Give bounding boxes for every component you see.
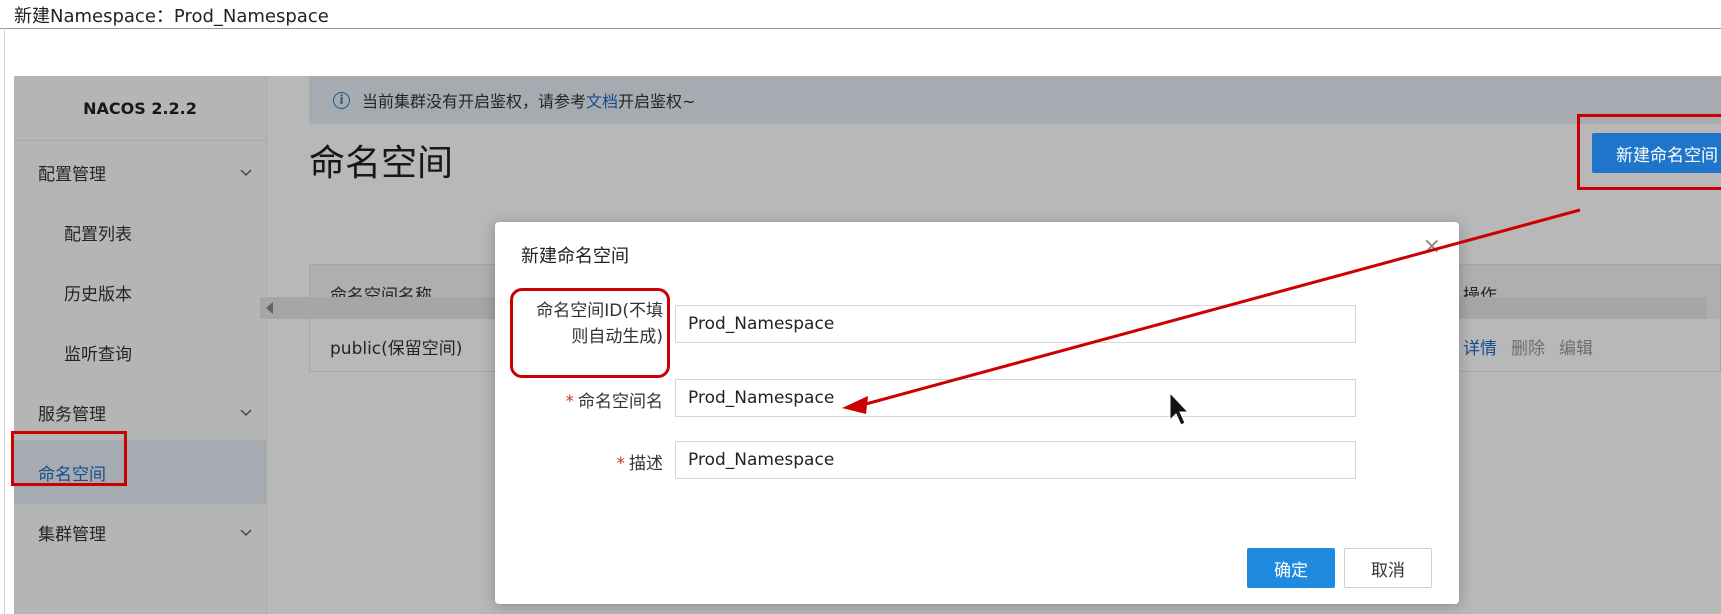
- window-caption: 新建Namespace：Prod_Namespace: [14, 6, 329, 27]
- dialog-title: 新建命名空间: [521, 246, 629, 267]
- required-mark: *: [565, 392, 575, 412]
- description-input[interactable]: Prod_Namespace: [675, 441, 1356, 479]
- required-mark: *: [616, 454, 626, 474]
- namespace-id-input[interactable]: Prod_Namespace: [675, 305, 1356, 343]
- label-line: 则自动生成): [571, 327, 663, 347]
- frame-edge: [4, 28, 5, 614]
- description-label: * 描述: [523, 449, 664, 474]
- close-icon[interactable]: ×: [1423, 236, 1441, 258]
- label-line: 命名空间ID(不填: [536, 301, 663, 321]
- cancel-button[interactable]: 取消: [1344, 548, 1432, 588]
- new-namespace-dialog: 新建命名空间 × 命名空间ID(不填 则自动生成) Prod_Namespace…: [495, 222, 1459, 604]
- annotation-box-button: [1577, 114, 1721, 190]
- label-text: 命名空间名: [578, 392, 663, 412]
- namespace-id-label: 命名空间ID(不填 则自动生成): [523, 298, 663, 350]
- confirm-button[interactable]: 确定: [1247, 548, 1335, 588]
- annotation-box-nav: [11, 431, 127, 486]
- namespace-name-label: * 命名空间名: [523, 387, 664, 412]
- caption-divider: [0, 28, 1721, 29]
- namespace-name-input[interactable]: Prod_Namespace: [675, 379, 1356, 417]
- label-text: 描述: [629, 454, 663, 474]
